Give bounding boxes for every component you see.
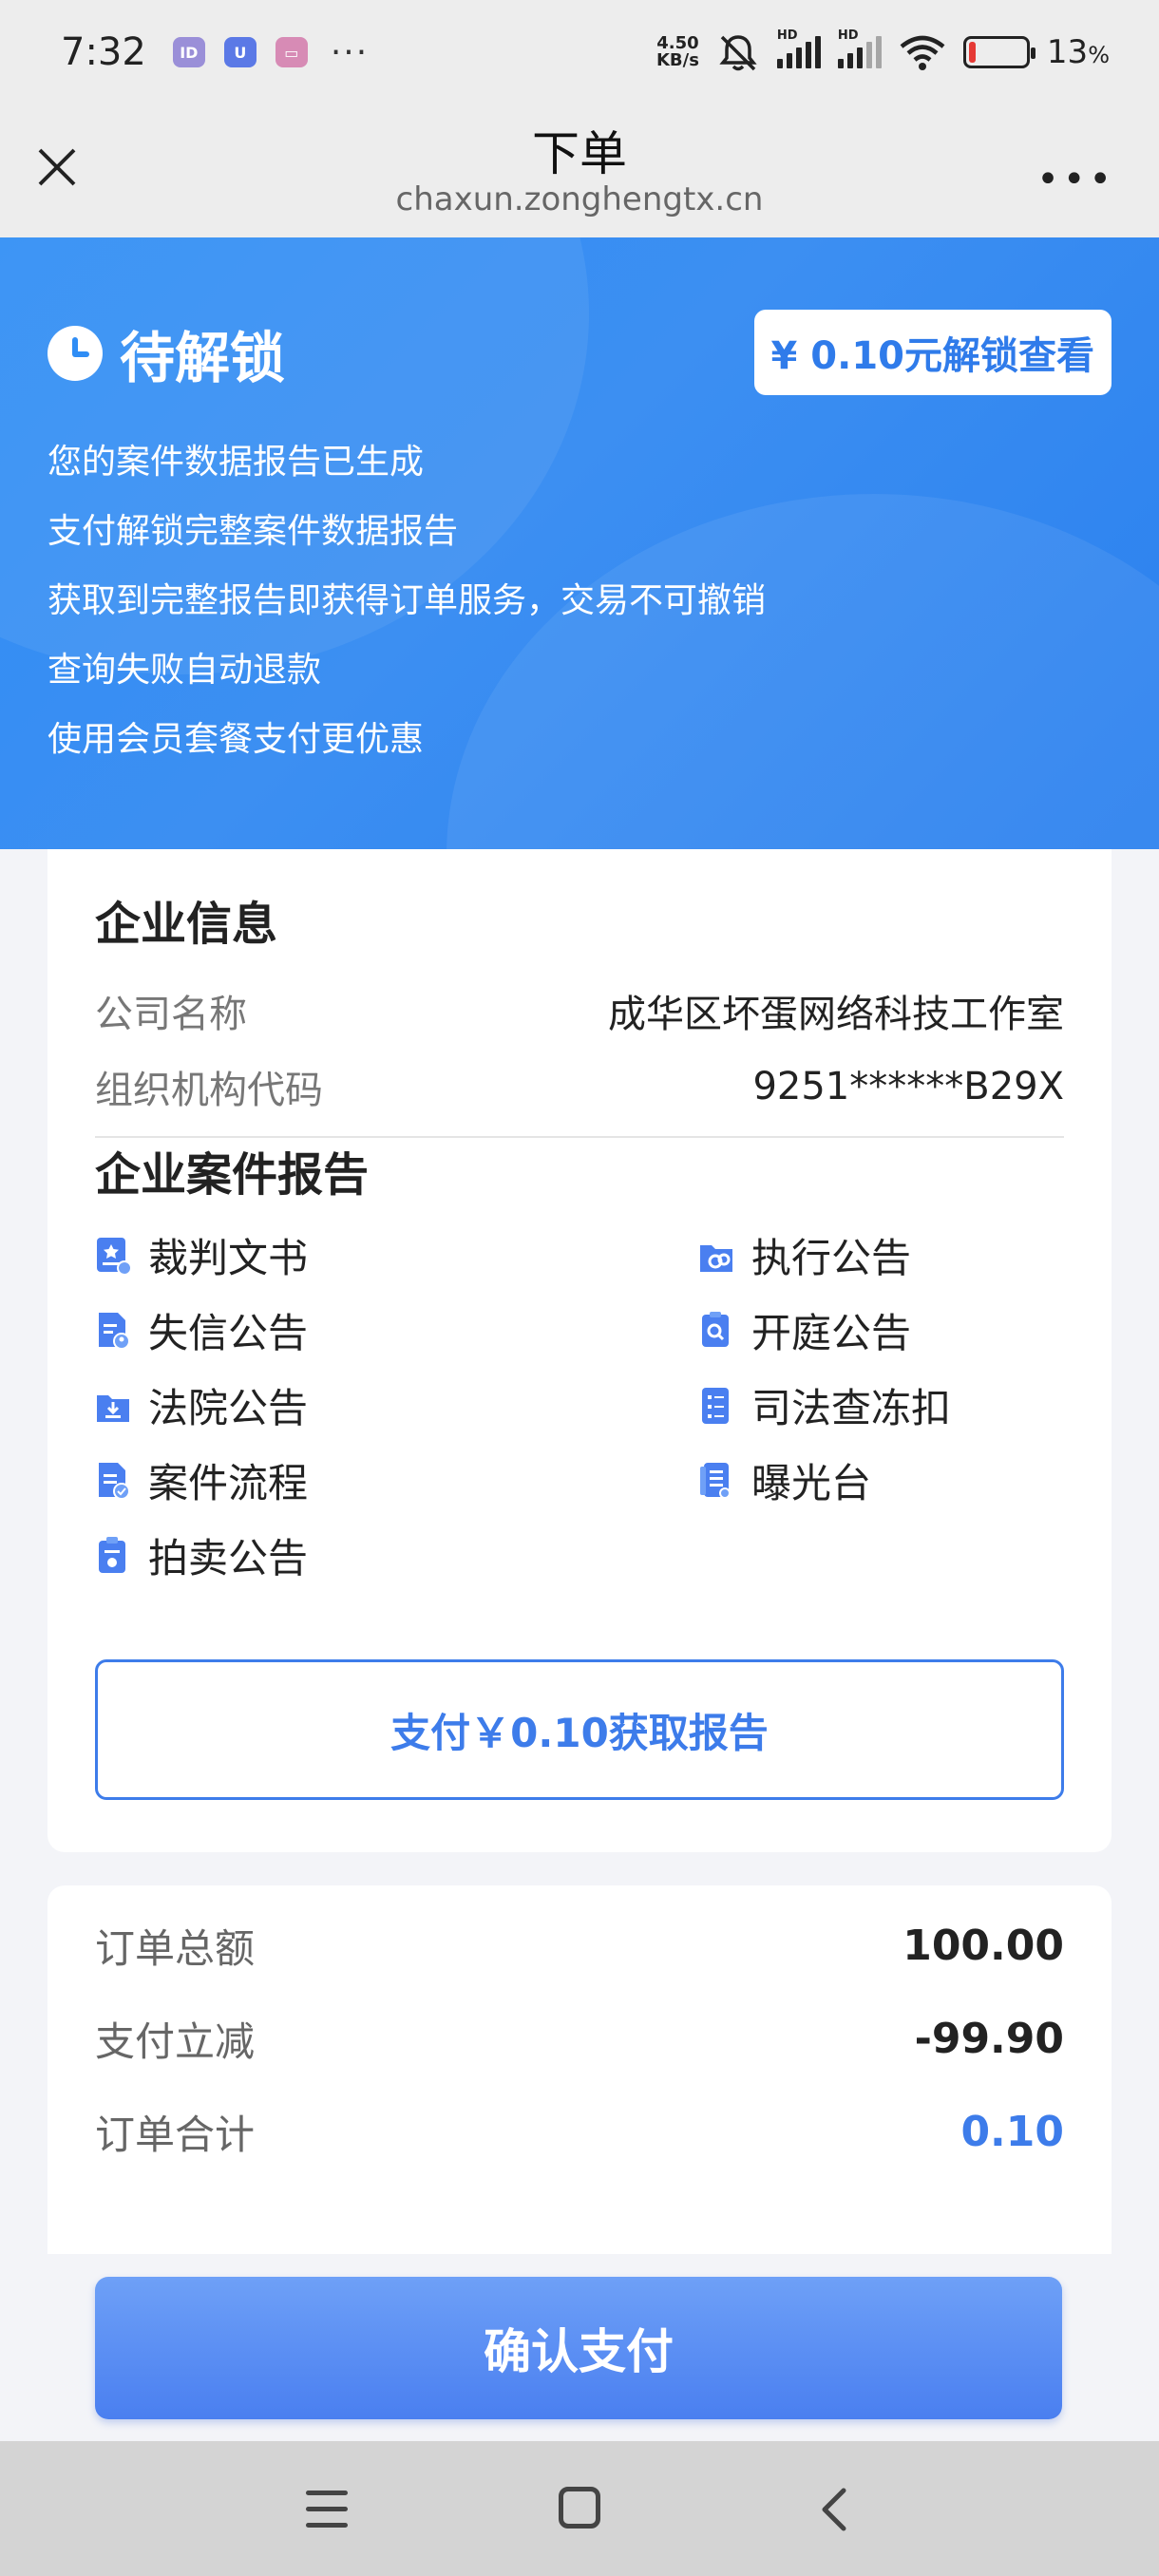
report-item: 裁判文书 [95,1218,580,1293]
report-label: 失信公告 [148,1310,309,1356]
app-notification-icon-2: U [223,37,256,67]
banner-notes: 您的案件数据报告已生成 支付解锁完整案件数据报告 获取到完整报告即获得订单服务，… [48,427,766,774]
dishonesty-doc-icon [99,1312,130,1350]
status-bar: 7:32 ID U ▭ ··· 4.50 KB/s HD HD 13% [0,0,1159,104]
recent-apps-icon[interactable] [306,2491,348,2529]
exposure-list-icon [700,1462,731,1499]
app-notification-icon-1: ID [172,37,205,67]
org-code-row: 组织机构代码 9251******B29X [95,1049,1064,1125]
banner-note: 您的案件数据报告已生成 [48,443,425,482]
auction-clipboard-icon [99,1536,125,1573]
report-label: 裁判文书 [148,1235,309,1281]
confirm-pay-button[interactable]: 确认支付 [95,2277,1062,2419]
discount-value: -99.90 [914,2014,1064,2063]
unlock-view-button[interactable]: ¥ 0.10元解锁查看 [753,310,1112,395]
unlock-banner: 待解锁 ¥ 0.10元解锁查看 您的案件数据报告已生成 支付解锁完整案件数据报告… [0,237,1159,849]
clock-icon [48,326,103,381]
report-label: 执行公告 [751,1235,912,1281]
signal-sim2-icon: HD [837,28,882,68]
report-item: 法院公告 [95,1368,580,1443]
order-total-label: 订单总额 [95,1924,256,1972]
divider [95,1136,1064,1138]
order-sum-label: 订单合计 [95,2111,256,2158]
hd-label: HD [776,28,798,43]
pay-get-report-button[interactable]: 支付￥0.10获取报告 [95,1659,1064,1800]
report-list: 裁判文书 执行公告 失信公告 开庭公告 法院公告 司法查冻扣 案件流程 曝光台 [95,1218,1064,1593]
banner-header: 待解锁 [48,313,285,393]
app-notification-icon-3: ▭ [275,37,308,67]
order-total-row: 订单总额 100.00 [95,1899,1064,1992]
title-bar: 下单 chaxun.zonghengtx.cn ••• [0,104,1159,237]
report-label: 开庭公告 [751,1310,912,1356]
battery-percent-suffix: % [1088,42,1110,68]
back-icon[interactable] [815,2485,853,2534]
home-icon[interactable] [559,2487,600,2529]
page-title: 下单 [532,126,627,181]
report-label: 法院公告 [148,1385,309,1431]
order-summary-card: 订单总额 100.00 支付立减 -99.90 订单合计 0.10 [48,1885,1112,2254]
company-name-row: 公司名称 成华区坏蛋网络科技工作室 [95,973,1064,1049]
hd-label: HD [837,28,859,43]
mute-bell-icon [719,35,757,71]
report-label: 拍卖公告 [148,1535,309,1582]
signal-sim1-icon: HD [776,28,821,68]
system-nav-bar [0,2441,1159,2576]
report-item: 开庭公告 [580,1293,1064,1368]
more-icon[interactable]: ••• [1036,158,1115,201]
banner-note: 查询失败自动退款 [48,651,322,690]
report-label: 案件流程 [148,1460,309,1506]
report-item: 案件流程 [95,1443,580,1518]
banner-note: 获取到完整报告即获得订单服务，交易不可撤销 [48,581,767,620]
court-search-icon [702,1311,729,1347]
order-sum-value: 0.10 [960,2107,1064,2156]
report-item: 拍卖公告 [95,1518,580,1593]
freeze-list-icon [702,1387,729,1424]
wifi-icon [900,35,945,70]
company-name-label: 公司名称 [95,993,247,1036]
battery-level [968,42,977,63]
more-notifications-icon: ··· [330,32,370,72]
banner-note: 使用会员套餐支付更优惠 [48,720,425,759]
battery-percent-value: 13 [1046,33,1089,71]
order-total-value: 100.00 [902,1921,1064,1970]
report-item: 执行公告 [580,1218,1064,1293]
battery-percent: 13% [1047,33,1110,71]
case-flow-icon [99,1462,130,1500]
org-code-label: 组织机构代码 [95,1069,323,1112]
status-time: 7:32 [61,30,146,74]
company-report-card: 企业信息 公司名称 成华区坏蛋网络科技工作室 组织机构代码 9251******… [48,849,1112,1852]
report-label: 司法查冻扣 [751,1385,952,1431]
page-url: chaxun.zonghengtx.cn [395,180,764,218]
report-item: 失信公告 [95,1293,580,1368]
battery-icon [962,36,1036,68]
order-sum-row: 订单合计 0.10 [95,2085,1064,2178]
banner-note: 支付解锁完整案件数据报告 [48,512,459,551]
court-folder-icon [97,1394,129,1422]
company-name-value: 成华区坏蛋网络科技工作室 [608,993,1064,1036]
report-item: 司法查冻扣 [580,1368,1064,1443]
discount-label: 支付立减 [95,2017,256,2065]
org-code-value: 9251******B29X [752,1065,1064,1108]
discount-row: 支付立减 -99.90 [95,1992,1064,2085]
banner-title: 待解锁 [120,326,286,390]
net-speed: 4.50 KB/s [656,35,699,69]
judgment-doc-icon [97,1237,131,1276]
company-section-title: 企业信息 [95,898,278,951]
reports-section-title: 企业案件报告 [95,1148,370,1202]
net-speed-unit: KB/s [656,50,699,70]
report-label: 曝光台 [751,1460,872,1506]
execution-folder-icon [700,1244,732,1272]
report-item: 曝光台 [580,1443,1064,1518]
